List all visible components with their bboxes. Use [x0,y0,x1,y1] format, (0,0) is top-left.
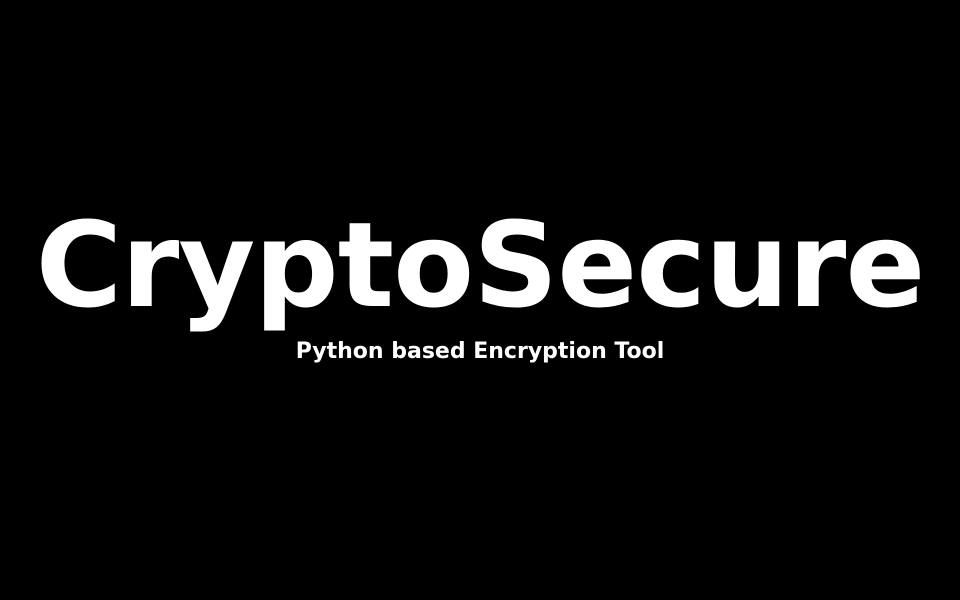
app-title: CryptoSecure [35,196,926,334]
splash-screen: CryptoSecure Python based Encryption Too… [0,0,960,600]
app-subtitle: Python based Encryption Tool [295,339,665,364]
